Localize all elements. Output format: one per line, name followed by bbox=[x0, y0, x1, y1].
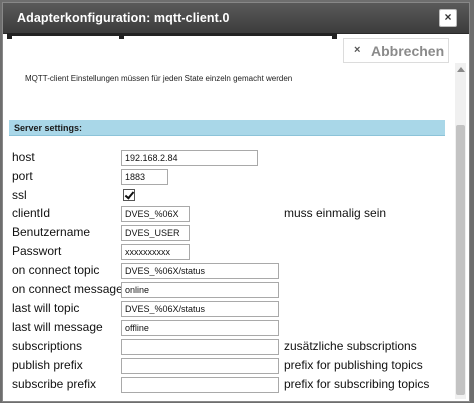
toolbar-tick-right bbox=[332, 33, 337, 39]
on-connect-message-input[interactable] bbox=[121, 282, 279, 298]
close-icon[interactable]: × bbox=[439, 9, 457, 27]
adapter-config-dialog: Adapterkonfiguration: mqtt-client.0 × × … bbox=[2, 2, 470, 402]
username-input[interactable] bbox=[121, 225, 190, 241]
clientid-input[interactable] bbox=[121, 206, 190, 222]
dialog-titlebar[interactable]: Adapterkonfiguration: mqtt-client.0 × bbox=[3, 3, 469, 34]
password-input[interactable] bbox=[121, 244, 190, 260]
subscribe-prefix-input[interactable] bbox=[121, 377, 279, 393]
port-label: port bbox=[12, 169, 33, 183]
on-connect-topic-label: on connect topic bbox=[12, 263, 100, 277]
info-text: MQTT-client Einstellungen müssen für jed… bbox=[25, 74, 293, 83]
last-will-topic-label: last will topic bbox=[12, 301, 80, 315]
dialog-title: Adapterkonfiguration: mqtt-client.0 bbox=[17, 11, 230, 25]
close-icon: × bbox=[354, 44, 361, 56]
password-label: Passwort bbox=[12, 244, 62, 258]
last-will-topic-input[interactable] bbox=[121, 301, 279, 317]
checkmark-icon bbox=[124, 189, 135, 200]
host-label: host bbox=[12, 150, 35, 164]
cancel-button[interactable]: × Abbrechen bbox=[343, 38, 449, 63]
subscriptions-input[interactable] bbox=[121, 339, 279, 355]
toolbar-tick-left bbox=[7, 33, 12, 39]
publish-prefix-label: publish prefix bbox=[12, 358, 83, 372]
last-will-message-label: last will message bbox=[12, 320, 103, 334]
subscriptions-hint: zusätzliche subscriptions bbox=[284, 339, 417, 353]
clientid-label: clientId bbox=[12, 206, 51, 220]
toolbar-tick-middle bbox=[119, 33, 124, 39]
ssl-label: ssl bbox=[12, 188, 27, 202]
vertical-scrollbar[interactable] bbox=[455, 63, 466, 399]
cancel-button-label: Abbrechen bbox=[371, 43, 445, 59]
host-input[interactable] bbox=[121, 150, 258, 166]
ssl-checkbox[interactable] bbox=[123, 189, 135, 201]
on-connect-topic-input[interactable] bbox=[121, 263, 279, 279]
scrollbar-thumb[interactable] bbox=[456, 125, 465, 395]
toolbar-divider bbox=[7, 33, 337, 36]
last-will-message-input[interactable] bbox=[121, 320, 279, 336]
username-label: Benutzername bbox=[12, 225, 91, 239]
subscribe-prefix-label: subscribe prefix bbox=[12, 377, 97, 391]
scroll-up-arrow-icon[interactable] bbox=[457, 67, 465, 72]
on-connect-message-label: on connect message bbox=[12, 282, 123, 296]
clientid-hint: muss einmalig sein bbox=[284, 206, 387, 220]
publish-prefix-hint: prefix for publishing topics bbox=[284, 358, 423, 372]
port-input[interactable] bbox=[121, 169, 168, 185]
section-title: Server settings: bbox=[14, 123, 83, 133]
section-header-server-settings: Server settings: bbox=[9, 120, 445, 136]
subscriptions-label: subscriptions bbox=[12, 339, 83, 353]
publish-prefix-input[interactable] bbox=[121, 358, 279, 374]
subscribe-prefix-hint: prefix for subscribing topics bbox=[284, 377, 430, 391]
